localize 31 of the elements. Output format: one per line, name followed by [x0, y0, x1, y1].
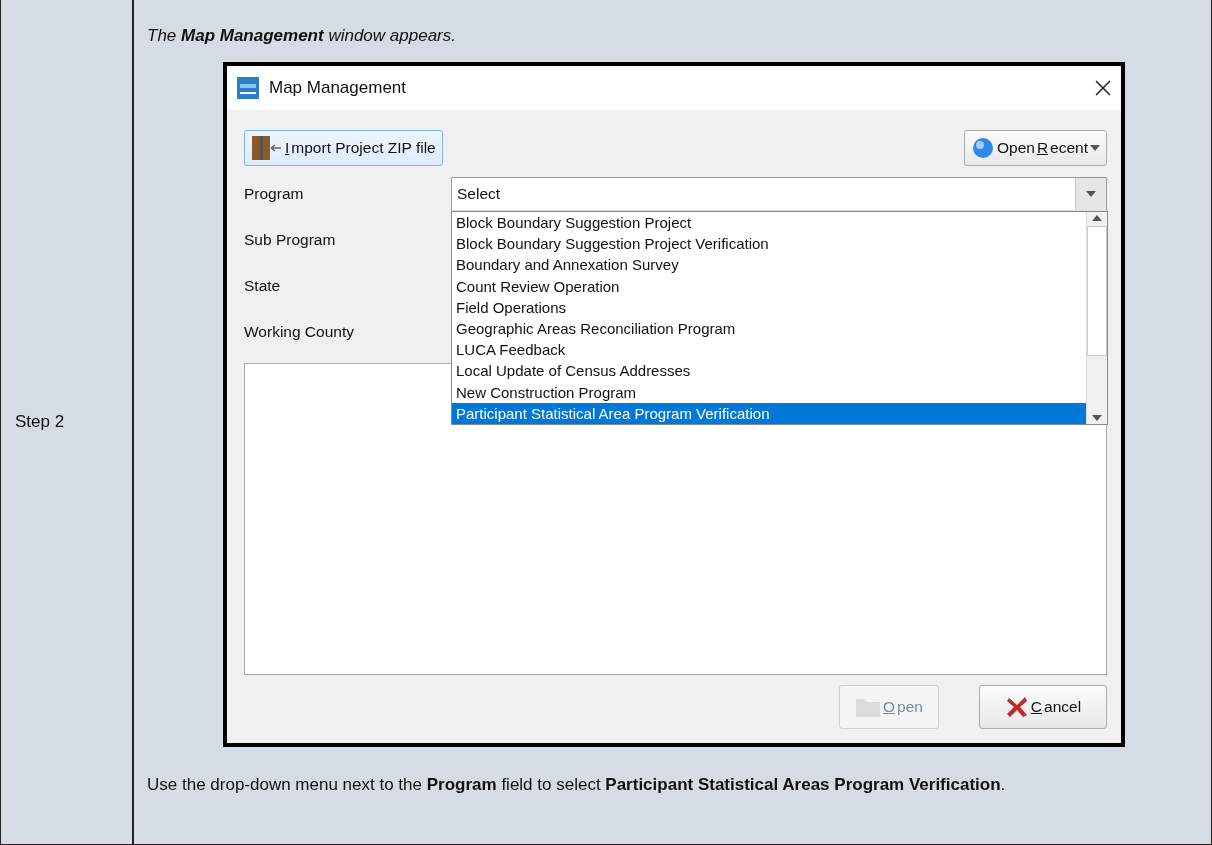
intro-text: The Map Management window appears.: [147, 26, 457, 46]
cancel-button[interactable]: Cancel: [979, 685, 1107, 729]
open-recent-button[interactable]: Open Recent: [963, 130, 1107, 166]
caret-icon: [1090, 145, 1100, 151]
scrollbar[interactable]: [1086, 212, 1107, 424]
field-label: State: [244, 277, 282, 295]
folder-icon: [855, 696, 882, 718]
close-icon[interactable]: [1095, 80, 1111, 96]
dropdown-option[interactable]: Participant Statistical Area Program Verification: [452, 402, 1086, 424]
x-icon: [1004, 695, 1029, 719]
field-label: Program: [244, 185, 305, 203]
dropdown-option[interactable]: Field Operations: [452, 296, 1086, 318]
dropdown-option[interactable]: Geographic Areas Reconciliation Program: [452, 317, 1086, 340]
dropdown-option[interactable]: Boundary and Annexation Survey: [452, 254, 1086, 276]
dropdown-option[interactable]: Local Update of Census Addresses: [452, 360, 1086, 382]
import-button[interactable]: I mport Project ZIP file: [244, 130, 443, 166]
step-label: Step 2: [15, 412, 65, 432]
dropdown-option[interactable]: New Construction Program: [452, 381, 1086, 403]
app-logo-icon: [237, 77, 259, 99]
program-dropdown[interactable]: Select: [451, 177, 1107, 211]
dropdown-option[interactable]: Block Boundary Suggestion Project: [452, 212, 1086, 234]
dropdown-option[interactable]: Block Boundary Suggestion Project Verification: [452, 233, 1086, 255]
zip-file-icon: [251, 135, 283, 161]
caret-icon: [1086, 191, 1096, 197]
window-title: Map Management: [269, 78, 408, 98]
field-label: Sub Program: [244, 231, 337, 249]
instruction-text: Use the drop-down menu next to the Program field to select Participant Statistical Areas Program Verification.: [147, 774, 1007, 796]
globe-icon: [970, 136, 995, 160]
field-label: Working County: [244, 323, 355, 341]
dropdown-option[interactable]: LUCA Feedback: [452, 339, 1086, 361]
dropdown-option[interactable]: Count Review Operation: [452, 275, 1086, 297]
